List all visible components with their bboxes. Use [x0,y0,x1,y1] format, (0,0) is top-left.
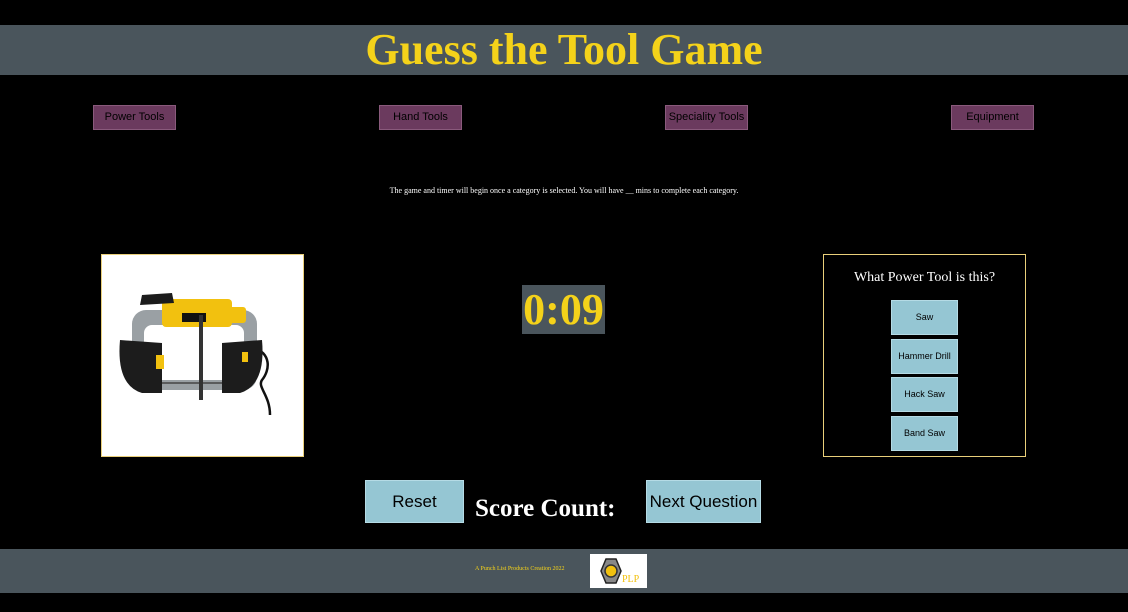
logo-text: PLP [622,574,640,585]
page-footer: A Punch List Products Creation 2022 PLP [0,549,1128,593]
footer-credit: A Punch List Products Creation 2022 [475,566,565,572]
page-header: Guess the Tool Game [0,25,1128,75]
answer-band-saw-button[interactable]: Band Saw [891,416,958,451]
category-power-tools-button[interactable]: Power Tools [93,105,176,130]
answer-hack-saw-button[interactable]: Hack Saw [891,377,958,412]
score-count-label: Score Count: [475,495,616,522]
question-text: What Power Tool is this? [853,270,996,285]
answer-saw-button[interactable]: Saw [891,300,958,335]
band-saw-image [119,293,272,416]
category-hand-tools-button[interactable]: Hand Tools [379,105,462,130]
answer-hammer-drill-button[interactable]: Hammer Drill [891,339,958,374]
page-title: Guess the Tool Game [365,25,763,74]
reset-button[interactable]: Reset [365,480,464,523]
tool-image [101,254,304,457]
question-panel: What Power Tool is this? Saw Hammer Dril… [823,254,1026,457]
plp-logo: PLP [590,554,647,588]
instructions-text: The game and timer will begin once a cat… [389,186,739,195]
countdown-timer: 0:09 [522,285,605,334]
category-speciality-tools-button[interactable]: Speciality Tools [665,105,748,130]
category-equipment-button[interactable]: Equipment [951,105,1034,130]
next-question-button[interactable]: Next Question [646,480,761,523]
